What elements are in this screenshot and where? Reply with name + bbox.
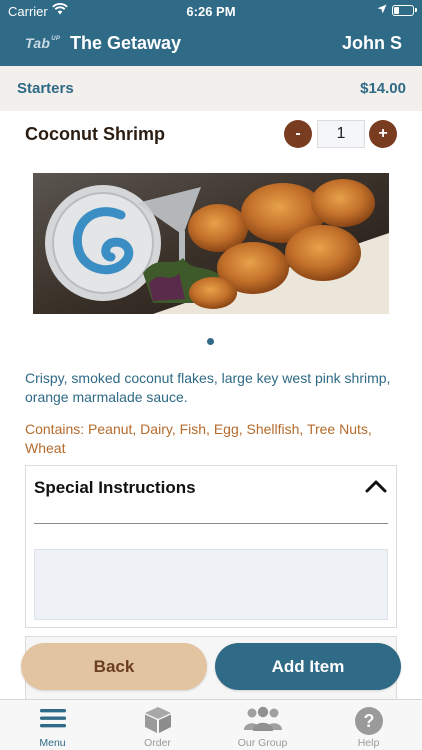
group-icon	[243, 706, 282, 731]
item-photo[interactable]	[33, 173, 389, 314]
item-name: Coconut Shrimp	[25, 124, 165, 144]
coconut-shrimp-photo	[33, 173, 389, 314]
divider	[34, 523, 388, 524]
clock: 6:26 PM	[186, 4, 236, 19]
restaurant-title: The Getaway	[70, 33, 182, 53]
nav-bar: TabUP The Getaway John S	[0, 22, 422, 66]
tab-menu[interactable]: Menu	[0, 700, 105, 750]
tab-our-group[interactable]: Our Group	[210, 700, 315, 750]
svg-text:?: ?	[363, 711, 374, 731]
add-item-button[interactable]: Add Item	[215, 643, 401, 690]
location-arrow-icon	[377, 4, 387, 14]
status-bar: Carrier 6:26 PM	[0, 0, 422, 22]
item-description: Crispy, smoked coconut flakes, large key…	[25, 370, 391, 405]
help-icon: ?	[354, 707, 383, 735]
tab-bar: Menu Order Our Group ? Help	[0, 699, 422, 750]
tab-menu-label: Menu	[39, 737, 66, 749]
tab-order-label: Order	[144, 737, 171, 749]
tab-our-group-label: Our Group	[237, 737, 288, 749]
special-instructions-card: Special Instructions	[25, 465, 397, 628]
allergen-info: Contains: Peanut, Dairy, Fish, Egg, Shel…	[25, 421, 372, 456]
tab-help[interactable]: ? Help	[316, 700, 421, 750]
category-header: Starters $14.00	[0, 66, 422, 111]
quantity-field[interactable]: 1	[317, 120, 365, 148]
box-icon	[144, 707, 171, 733]
special-instructions-heading: Special Instructions	[34, 478, 196, 497]
app-logo: TabUP	[25, 35, 61, 51]
tab-help-label: Help	[357, 737, 380, 749]
carousel-page-indicator	[207, 338, 214, 345]
menu-icon	[39, 709, 66, 728]
tab-order[interactable]: Order	[105, 700, 210, 750]
user-name[interactable]: John S	[342, 33, 402, 54]
item-total-price: $14.00	[360, 80, 406, 97]
increase-quantity-button[interactable]: +	[369, 120, 397, 148]
special-instructions-input[interactable]	[34, 549, 388, 620]
back-button[interactable]: Back	[21, 643, 207, 690]
chevron-up-icon[interactable]	[365, 478, 387, 494]
battery-icon	[392, 5, 417, 16]
category-name: Starters	[17, 80, 74, 97]
decrease-quantity-button[interactable]: -	[284, 120, 312, 148]
